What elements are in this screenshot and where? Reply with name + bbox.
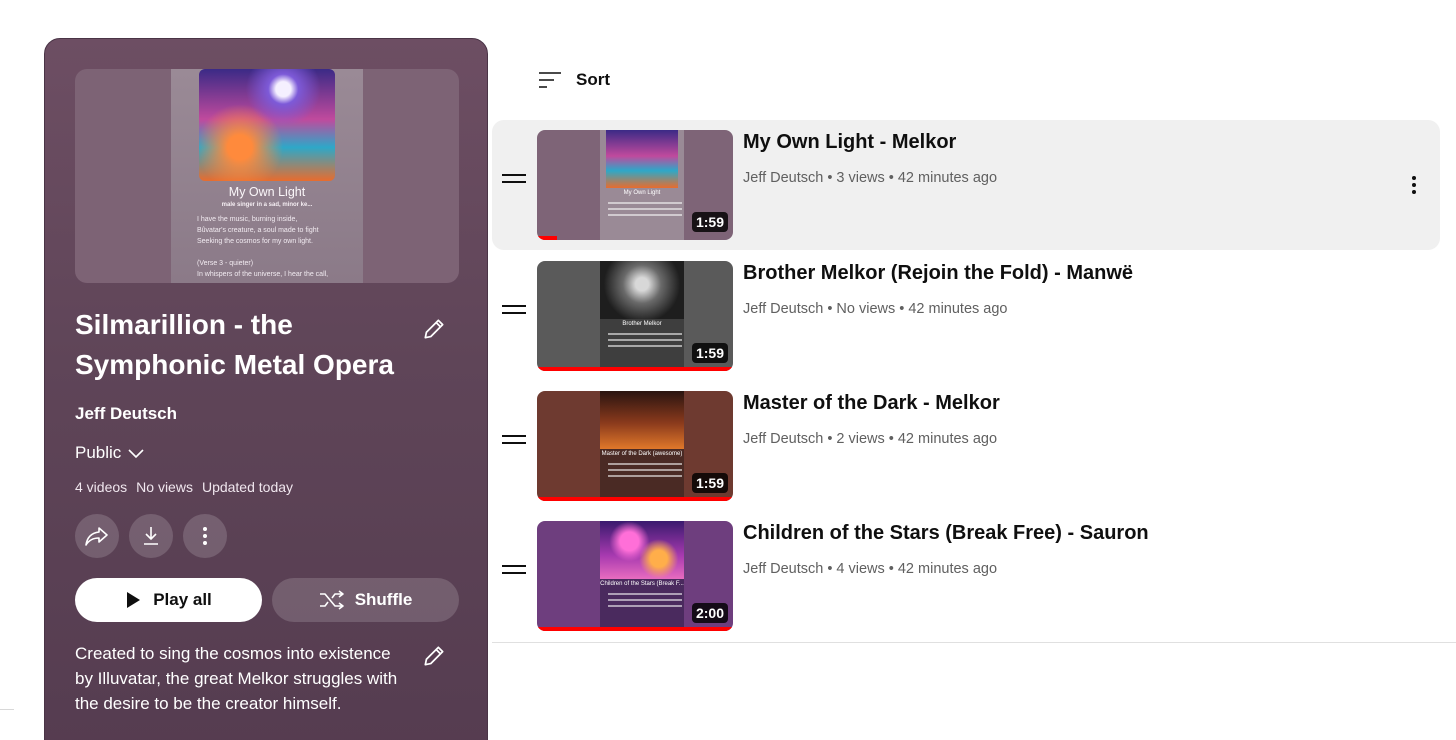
playlist-description: Created to sing the cosmos into existenc… <box>75 644 398 713</box>
video-views: 4 views <box>836 561 885 577</box>
sort-label: Sort <box>576 70 610 89</box>
thumbnail-caption: My Own Light <box>623 190 661 196</box>
watch-progress <box>537 497 733 501</box>
drag-handle-icon[interactable] <box>502 174 526 188</box>
video-age: 42 minutes ago <box>897 170 998 186</box>
video-thumbnail[interactable]: My Own Light 1:59 <box>537 130 733 240</box>
thumbnail-art <box>606 130 678 188</box>
video-title[interactable]: My Own Light - Melkor <box>743 131 956 154</box>
video-views: 3 views <box>836 170 885 186</box>
drag-handle-icon[interactable] <box>502 565 526 579</box>
video-views: No views <box>836 301 896 317</box>
shuffle-label: Shuffle <box>354 590 413 609</box>
watch-progress <box>537 367 733 371</box>
play-all-label: Play all <box>153 590 212 609</box>
sort-button[interactable]: Sort <box>538 70 610 90</box>
thumbnail-art <box>600 261 684 319</box>
channel-name[interactable]: Jeff Deutsch <box>743 170 823 186</box>
duration-badge: 1:59 <box>691 343 728 363</box>
cover-lyrics: I have the music, burning inside, Bûvata… <box>197 214 357 280</box>
duration-badge: 1:59 <box>691 473 728 493</box>
thumbnail-caption: Master of the Dark (awesome) <box>601 451 683 457</box>
cover-lyric-sheet: My Own Light male singer in a sad, minor… <box>171 69 363 283</box>
video-title[interactable]: Brother Melkor (Rejoin the Fold) - Manwë <box>743 262 1133 285</box>
shuffle-button[interactable]: Shuffle <box>272 578 459 622</box>
download-button[interactable] <box>129 514 173 558</box>
play-all-button[interactable]: Play all <box>75 578 262 622</box>
video-thumbnail[interactable]: Master of the Dark (awesome) 1:59 <box>537 391 733 501</box>
share-button[interactable] <box>75 514 119 558</box>
thumbnail-caption: Brother Melkor <box>622 321 662 327</box>
cover-lyric-line: I have the music, burning inside, <box>197 216 298 223</box>
channel-name[interactable]: Jeff Deutsch <box>743 301 823 317</box>
video-age: 42 minutes ago <box>897 561 998 577</box>
playlist-video-row[interactable]: My Own Light 1:59 My Own Light - Melkor … <box>492 120 1440 250</box>
drag-handle-icon[interactable] <box>502 435 526 449</box>
video-meta: Jeff Deutsch • 4 views • 42 minutes ago <box>743 561 998 577</box>
channel-name[interactable]: Jeff Deutsch <box>743 431 823 447</box>
cover-lyric-line: Bûvatar's creature, a soul made to fight <box>197 227 319 234</box>
duration-badge: 1:59 <box>691 212 728 232</box>
thumbnail-art <box>600 391 684 449</box>
video-thumbnail[interactable]: Children of the Stars (Break F... 2:00 <box>537 521 733 631</box>
thumbnail-caption: Children of the Stars (Break F... <box>600 581 684 587</box>
playlist-cover-thumbnail[interactable]: My Own Light male singer in a sad, minor… <box>75 69 459 283</box>
video-title[interactable]: Master of the Dark - Melkor <box>743 392 1000 415</box>
playlist-title: Silmarillion - the Symphonic Metal Opera <box>75 309 394 380</box>
more-actions-button[interactable] <box>183 514 227 558</box>
video-count: 4 videos <box>75 479 128 495</box>
cover-art-image <box>199 69 335 181</box>
cover-title: My Own Light <box>228 185 306 199</box>
video-meta: Jeff Deutsch • 2 views • 42 minutes ago <box>743 431 998 447</box>
divider <box>0 709 14 710</box>
sort-icon <box>539 72 561 88</box>
pencil-icon[interactable] <box>421 316 447 342</box>
video-age: 42 minutes ago <box>908 301 1008 317</box>
privacy-label: Public <box>75 443 122 462</box>
duration-badge: 2:00 <box>691 603 728 623</box>
cover-subtitle: male singer in a sad, minor ke... <box>221 202 313 208</box>
play-icon <box>127 592 141 608</box>
updated-text: Updated today <box>201 479 294 495</box>
pencil-icon[interactable] <box>421 643 447 669</box>
video-views: 2 views <box>836 431 885 447</box>
cover-lyric-line: Seeking the cosmos for my own light. <box>197 238 313 245</box>
drag-handle-icon[interactable] <box>502 305 526 319</box>
playlist-video-row[interactable]: Master of the Dark (awesome) 1:59 Master… <box>492 381 1440 511</box>
video-age: 42 minutes ago <box>897 431 998 447</box>
video-meta: Jeff Deutsch • No views • 42 minutes ago <box>743 301 1008 317</box>
thumbnail-art <box>600 521 684 579</box>
playlist-video-row[interactable]: Children of the Stars (Break F... 2:00 C… <box>492 511 1440 641</box>
divider <box>492 642 1456 643</box>
privacy-dropdown[interactable]: Public <box>75 443 145 463</box>
view-count: No views <box>136 479 193 495</box>
chevron-down-icon <box>128 449 144 459</box>
playlist-header-panel: My Own Light male singer in a sad, minor… <box>44 38 488 740</box>
cover-lyric-line: (Verse 3 - quieter) <box>197 260 254 267</box>
watch-progress <box>537 627 733 631</box>
playlist-video-row[interactable]: Brother Melkor 1:59 Brother Melkor (Rejo… <box>492 251 1440 381</box>
share-icon <box>85 527 108 546</box>
more-vert-icon[interactable] <box>1404 175 1424 195</box>
channel-name[interactable]: Jeff Deutsch <box>743 561 823 577</box>
playlist-owner[interactable]: Jeff Deutsch <box>75 404 177 424</box>
video-title[interactable]: Children of the Stars (Break Free) - Sau… <box>743 522 1149 545</box>
video-thumbnail[interactable]: Brother Melkor 1:59 <box>537 261 733 371</box>
watch-progress <box>537 236 557 240</box>
video-meta: Jeff Deutsch • 3 views • 42 minutes ago <box>743 170 998 186</box>
playlist-stats: 4 videos No views Updated today <box>75 479 293 495</box>
cover-lyric-line: In whispers of the universe, I hear the … <box>197 271 329 278</box>
download-icon <box>144 527 158 545</box>
cover-lyric-line <box>197 247 357 258</box>
more-vert-icon <box>203 527 207 545</box>
shuffle-icon <box>319 590 344 610</box>
